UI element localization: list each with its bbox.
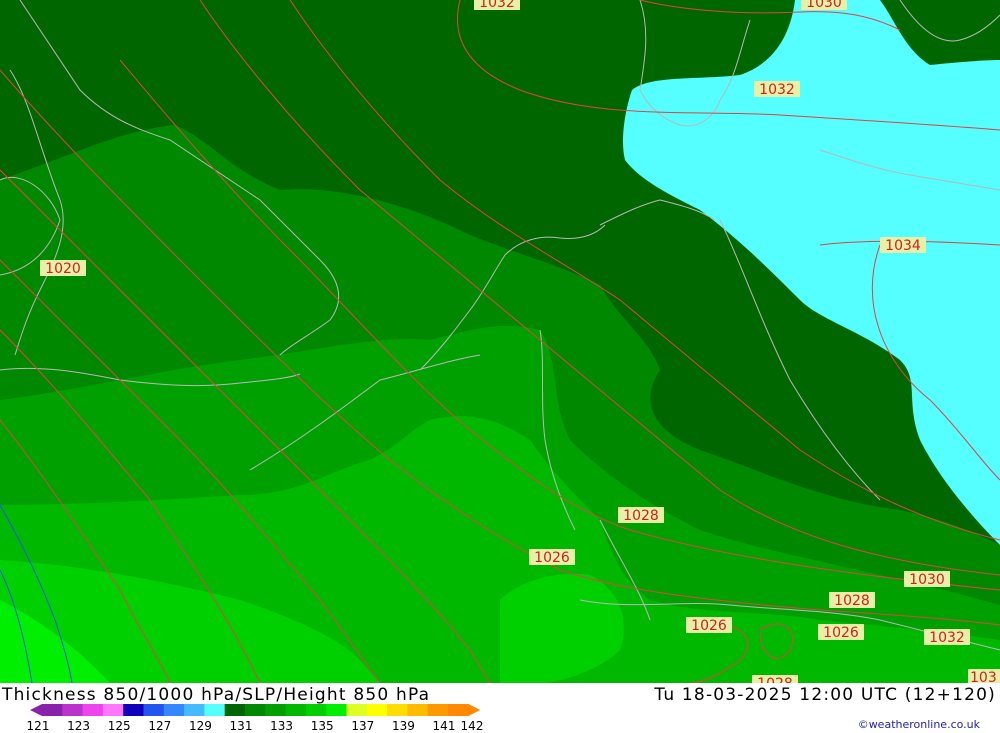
legend-swatch (448, 704, 469, 716)
pressure-label: 1030 (904, 571, 950, 588)
legend-arrow-right (468, 704, 481, 716)
pressure-label: 1034 (880, 237, 926, 254)
pressure-label: 1020 (40, 260, 86, 277)
legend-swatch (305, 704, 327, 716)
legend-swatch (102, 704, 124, 716)
legend-swatch (143, 704, 165, 716)
legend-tick-label: 131 (230, 719, 253, 732)
svg-text:1028: 1028 (834, 593, 870, 609)
weather-map: 1032 1030 1032 1020 1034 1028 1026 1030 … (0, 0, 1000, 683)
legend-tick-label: 129 (189, 719, 212, 732)
svg-text:1026: 1026 (691, 618, 727, 634)
legend-swatch (427, 704, 449, 716)
map-footer: Thickness 850/1000 hPa/SLP/Height 850 hP… (0, 683, 1000, 733)
legend-tick-label: 135 (311, 719, 334, 732)
color-legend: 121 123 125 127 129 131 133 135 137 139 141 142 (27, 704, 484, 732)
map-title: Thickness 850/1000 hPa/SLP/Height 850 hP… (2, 685, 431, 705)
svg-text:1034: 1034 (885, 238, 921, 254)
legend-ticks: 121 123 125 127 129 131 133 135 137 139 141 142 (27, 719, 484, 732)
legend-tick-label: 133 (270, 719, 293, 732)
legend-tick-label: 123 (67, 719, 90, 732)
svg-text:1026: 1026 (823, 625, 859, 641)
legend-swatch (62, 704, 84, 716)
pressure-label: 1026 (529, 549, 575, 566)
pressure-label: 1028 (618, 507, 664, 524)
pressure-label: 103 (968, 669, 1000, 683)
map-timestamp: Tu 18-03-2025 12:00 UTC (12+120) (654, 685, 996, 705)
pressure-label: 1030 (801, 0, 847, 11)
svg-text:1030: 1030 (909, 572, 945, 588)
legend-swatch (346, 704, 368, 716)
legend-swatch (163, 704, 185, 716)
legend-swatch (387, 704, 408, 716)
svg-text:1032: 1032 (759, 82, 795, 98)
legend-tick-label: 137 (351, 719, 374, 732)
pressure-label: 1026 (686, 617, 732, 634)
svg-text:1030: 1030 (806, 0, 842, 11)
legend-swatch (224, 704, 246, 716)
legend-swatch (285, 704, 307, 716)
legend-tick-label: 121 (27, 719, 50, 732)
legend-swatch (407, 704, 429, 716)
legend-tick-label: 139 (392, 719, 415, 732)
legend-tick-label: 141 (433, 719, 456, 732)
legend-swatch (245, 704, 266, 716)
legend-swatch (326, 704, 347, 716)
pressure-label: 1032 (474, 0, 520, 11)
svg-text:103: 103 (970, 670, 997, 683)
svg-text:1026: 1026 (534, 550, 570, 566)
thickness-fill (0, 0, 1000, 683)
pressure-label: 1028 (829, 592, 875, 609)
credit-text: ©weatheronline.co.uk (857, 718, 980, 731)
legend-swatch (366, 704, 388, 716)
pressure-label: 1026 (818, 624, 864, 641)
legend-swatch (82, 704, 104, 716)
pressure-label: 1032 (924, 629, 970, 646)
legend-swatch (265, 704, 287, 716)
legend-swatch (123, 704, 144, 716)
svg-text:1032: 1032 (929, 630, 965, 646)
legend-tick-label: 127 (148, 719, 171, 732)
svg-text:1028: 1028 (757, 676, 793, 683)
legend-tick-label: 142 (461, 719, 484, 732)
legend-swatch (42, 704, 63, 716)
legend-tick-label: 125 (108, 719, 131, 732)
svg-text:1028: 1028 (623, 508, 659, 524)
legend-swatch (204, 704, 226, 716)
svg-text:1032: 1032 (479, 0, 515, 11)
pressure-label: 1032 (754, 81, 800, 98)
legend-swatches (30, 704, 481, 716)
pressure-label: 1028 (752, 675, 798, 683)
svg-text:1020: 1020 (45, 261, 81, 277)
legend-swatch (184, 704, 205, 716)
legend-arrow-left (30, 704, 42, 716)
